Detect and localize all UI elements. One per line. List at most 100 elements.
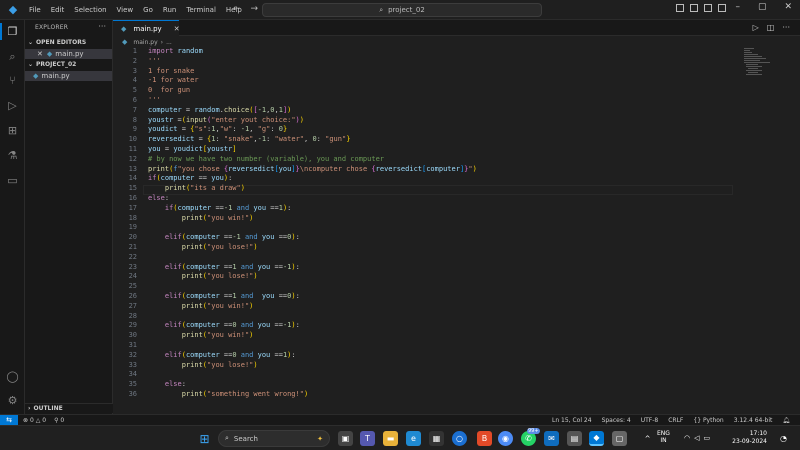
store-icon[interactable]: ▦ xyxy=(429,431,444,446)
code-line: 14 if(computer == you): xyxy=(113,174,733,184)
more-actions-icon[interactable]: ··· xyxy=(98,22,106,31)
source-control-icon[interactable]: ⑂ xyxy=(4,72,21,89)
menu-selection[interactable]: Selection xyxy=(69,6,111,14)
code-line: 16 else: xyxy=(113,194,733,204)
menu-go[interactable]: Go xyxy=(138,6,158,14)
windows-taskbar: ⊞ ⌕ Search ✦ ▣ T ▬ e ▦ ○ B ◉ ✆ 99+ ✉ ▤ ◆… xyxy=(0,425,800,450)
ports-indicator[interactable]: ⚲ 0 xyxy=(54,417,64,424)
volume-icon[interactable]: ◁ xyxy=(694,434,699,442)
edge-icon[interactable]: e xyxy=(406,431,421,446)
warning-icon: △ xyxy=(35,416,41,424)
code-line: 27 print("you win!") xyxy=(113,302,733,312)
line-endings[interactable]: CRLF xyxy=(668,417,683,424)
editor-more-icon[interactable]: ··· xyxy=(782,23,790,32)
project-folder-header[interactable]: ⌄ PROJECT_02 xyxy=(28,61,76,68)
notification-center-icon[interactable]: ◔ xyxy=(776,431,791,446)
indentation[interactable]: Spaces: 4 xyxy=(602,417,631,424)
forward-arrow-icon[interactable]: → xyxy=(251,4,259,14)
vscode-taskbar-icon[interactable]: ◆ xyxy=(589,431,604,446)
breadcrumb-file[interactable]: main.py xyxy=(133,39,157,46)
chevron-right-icon: › xyxy=(160,38,164,46)
account-icon[interactable]: ◯ xyxy=(4,368,21,385)
wifi-icon[interactable]: ◠ xyxy=(684,434,690,442)
line-number: 27 xyxy=(128,301,137,310)
extensions-icon[interactable]: ⊞ xyxy=(4,122,21,139)
warning-count: 0 xyxy=(42,416,47,424)
customize-layout-icon[interactable] xyxy=(718,4,726,12)
back-arrow-icon[interactable]: ← xyxy=(233,4,241,14)
line-number: 5 xyxy=(132,86,137,95)
code-line: 24 print("you lose!") xyxy=(113,272,733,282)
outline-header[interactable]: › OUTLINE xyxy=(25,403,113,413)
command-center-label: project_02 xyxy=(388,6,425,14)
menu-view[interactable]: View xyxy=(112,6,139,14)
teams-icon[interactable]: T xyxy=(360,431,375,446)
code-editor[interactable]: 1 import random 2 ''' 31 for snake 4 -1 for… xyxy=(113,47,800,407)
menu-terminal[interactable]: Terminal xyxy=(181,6,221,14)
battery-icon[interactable]: ▭ xyxy=(704,434,711,442)
line-number: 28 xyxy=(128,311,137,320)
problems-indicator[interactable]: ⊗ 0 △ 0 xyxy=(23,417,46,424)
breadcrumb-rest[interactable]: ... xyxy=(166,39,172,46)
close-icon[interactable]: ✕ xyxy=(37,50,43,58)
cursor-position[interactable]: Ln 15, Col 24 xyxy=(552,417,592,424)
windows-start-icon[interactable]: ⊞ xyxy=(197,431,212,446)
explorer-title: EXPLORER xyxy=(35,24,69,31)
open-editor-item[interactable]: ✕ ◆ main.py xyxy=(25,49,112,59)
explorer-icon[interactable]: ❐ xyxy=(0,23,21,40)
code-line: 34 xyxy=(113,370,733,380)
code-line: 2 ''' xyxy=(113,57,733,67)
project-file-item[interactable]: ◆ main.py xyxy=(25,71,112,81)
search-view-icon[interactable]: ⌕ xyxy=(4,48,21,65)
brave-icon[interactable]: B xyxy=(477,431,492,446)
language-indicator[interactable]: ENG IN xyxy=(657,430,670,444)
code-line: 21 print("you lose!") xyxy=(113,243,733,253)
python-interpreter[interactable]: 3.12.4 64-bit xyxy=(734,417,773,424)
taskbar-search[interactable]: ⌕ Search ✦ xyxy=(218,430,330,447)
notifications-bell-icon[interactable]: 🔔︎ xyxy=(782,417,790,424)
file-explorer-icon[interactable]: ▬ xyxy=(383,431,398,446)
maximize-icon[interactable]: ▢ xyxy=(758,2,767,12)
split-editor-icon[interactable]: ◫ xyxy=(767,23,775,32)
chrome-icon[interactable]: ◉ xyxy=(498,431,513,446)
line-number: 2 xyxy=(132,56,137,65)
task-view-icon[interactable]: ▣ xyxy=(338,431,353,446)
code-line: 35 else: xyxy=(113,380,733,390)
cortana-icon[interactable]: ○ xyxy=(452,431,467,446)
close-tab-icon[interactable]: ✕ xyxy=(174,25,180,33)
remote-indicator-icon[interactable]: ⇆ xyxy=(0,414,18,426)
notepad-icon[interactable]: ▤ xyxy=(567,431,582,446)
code-line: 31 xyxy=(113,341,733,351)
app-icon[interactable]: ▢ xyxy=(612,431,627,446)
toggle-secondary-sidebar-icon[interactable] xyxy=(704,4,712,12)
code-line: 30 print("you win!") xyxy=(113,331,733,341)
remote-explorer-icon[interactable]: ▭ xyxy=(4,172,21,189)
language-mode[interactable]: {} Python xyxy=(693,417,723,424)
close-window-icon[interactable]: ✕ xyxy=(784,2,792,12)
clock[interactable]: 17:10 23-09-2024 xyxy=(723,430,767,446)
tray-overflow-icon[interactable]: ^ xyxy=(640,431,655,446)
menu-edit[interactable]: Edit xyxy=(46,6,70,14)
line-number: 8 xyxy=(132,115,137,124)
minimize-icon[interactable]: – xyxy=(735,2,740,12)
menu-run[interactable]: Run xyxy=(158,6,181,14)
error-icon: ⊗ xyxy=(23,416,29,424)
run-python-icon[interactable]: ▷ xyxy=(753,23,759,32)
encoding[interactable]: UTF-8 xyxy=(641,417,659,424)
menu-file[interactable]: File xyxy=(24,6,46,14)
tab-main-py[interactable]: ◆ main.py ✕ xyxy=(113,20,180,36)
menu-bar: File Edit Selection View Go Run Terminal… xyxy=(24,6,247,14)
python-file-icon: ◆ xyxy=(33,72,39,80)
command-center[interactable]: ⌕ project_02 xyxy=(262,3,542,17)
code-line: 13 print(f"you chose {reversedict[you]}\n… xyxy=(113,165,733,175)
toggle-sidebar-icon[interactable] xyxy=(676,4,684,12)
outlook-icon[interactable]: ✉ xyxy=(544,431,559,446)
toggle-panel-icon[interactable] xyxy=(690,4,698,12)
project-filename: main.py xyxy=(41,72,70,80)
testing-icon[interactable]: ⚗ xyxy=(4,147,21,164)
search-icon: ⌕ xyxy=(379,5,384,14)
run-debug-icon[interactable]: ▷ xyxy=(4,97,21,114)
manage-gear-icon[interactable]: ⚙ xyxy=(4,392,21,409)
minimap[interactable] xyxy=(744,47,772,77)
open-editors-header[interactable]: ⌄ OPEN EDITORS xyxy=(28,39,86,46)
